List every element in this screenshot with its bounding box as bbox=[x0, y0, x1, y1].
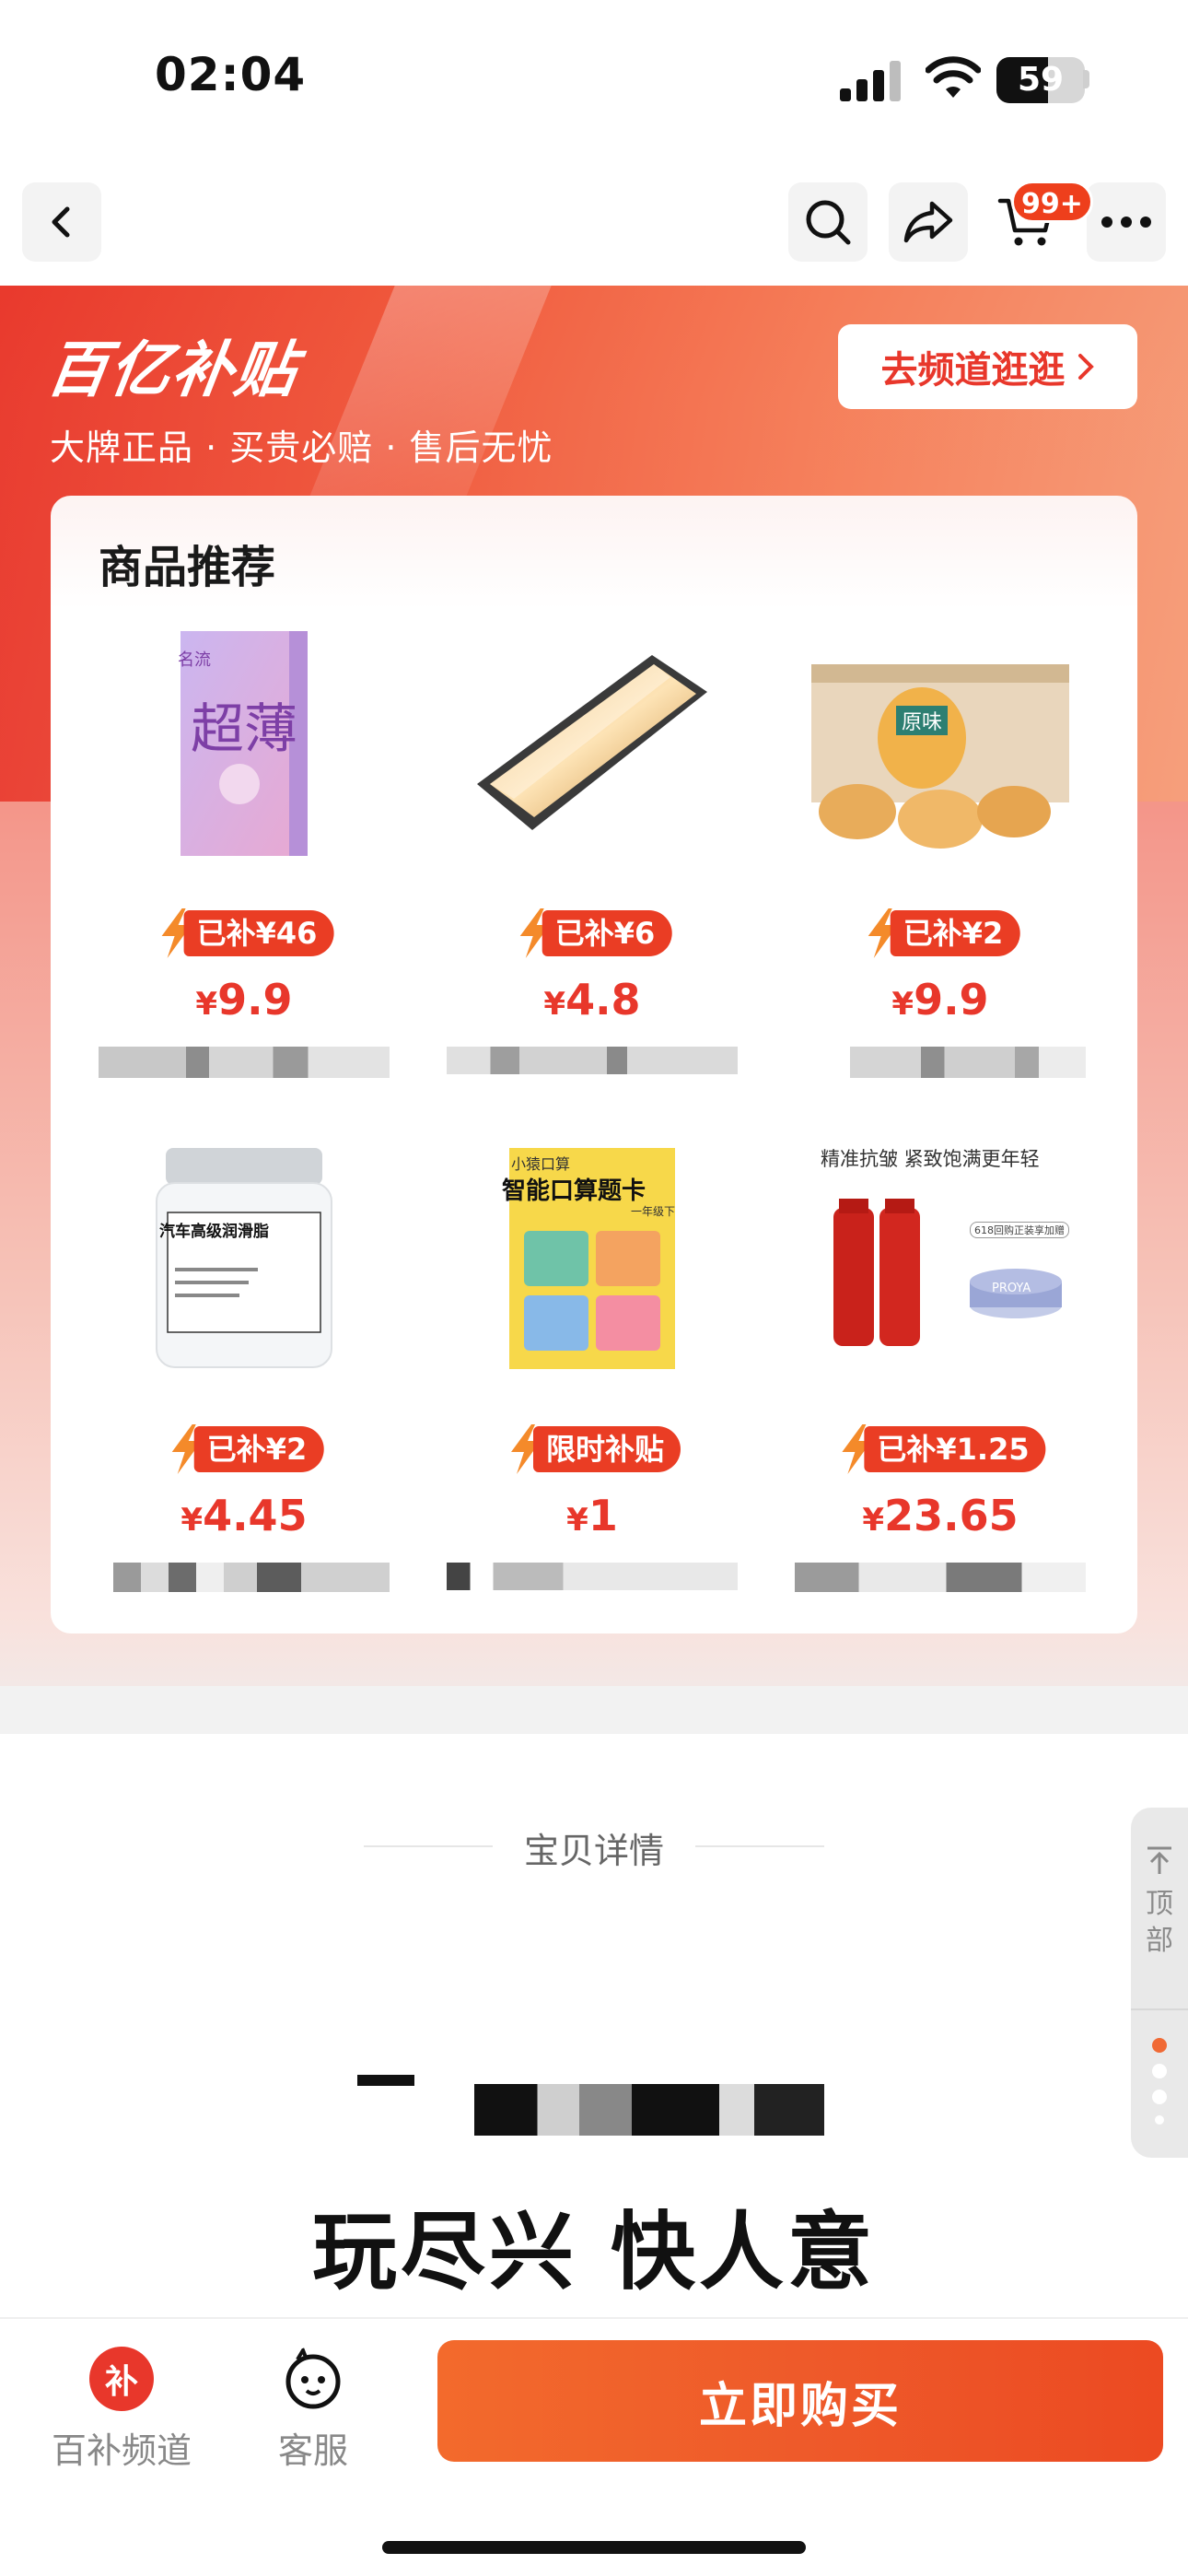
search-icon bbox=[806, 200, 851, 245]
product-price: ¥9.9 bbox=[891, 975, 989, 1025]
customer-service-icon bbox=[285, 2347, 341, 2409]
subsidy-channel-icon: 补 bbox=[89, 2347, 154, 2411]
customer-service-label: 客服 bbox=[277, 2430, 348, 2471]
share-button[interactable] bbox=[889, 182, 968, 262]
chevron-left-icon bbox=[52, 206, 70, 238]
product-image-text: 超薄 bbox=[190, 697, 297, 760]
subsidy-channel-label: 百补频道 bbox=[51, 2430, 192, 2471]
share-icon bbox=[903, 201, 953, 243]
app-screen: 02:04 59 99+ 百亿补贴 大牌正品 · 买贵必赔 · 售后无忧 去频道… bbox=[0, 0, 1188, 2576]
product-image: 超薄 名流 bbox=[99, 614, 390, 872]
product-image: 汽车高级润滑脂 bbox=[99, 1130, 390, 1388]
product-card[interactable]: 原味 已补¥2 ¥9.9 bbox=[795, 614, 1089, 1093]
subsidy-tag-label: 已补¥1.25 bbox=[864, 1426, 1046, 1472]
subsidy-tag-label: 已补¥2 bbox=[890, 910, 1020, 956]
product-image-headline: 精准抗皱 紧致饱满更年轻 bbox=[821, 1148, 1040, 1170]
product-name-redacted bbox=[795, 1563, 1086, 1594]
product-card[interactable]: 超薄 名流 已补¥46 ¥9.9 bbox=[99, 614, 393, 1093]
page-dot[interactable] bbox=[1152, 2090, 1167, 2104]
back-button[interactable] bbox=[22, 182, 101, 262]
battery-icon: 59 bbox=[996, 57, 1085, 103]
product-image-brand: 名流 bbox=[178, 650, 211, 670]
detail-section-title: 宝贝详情 bbox=[523, 1831, 664, 1871]
battery-level: 59 bbox=[1017, 61, 1065, 99]
subsidy-channel-tab[interactable]: 补 百补频道 bbox=[39, 2347, 204, 2473]
more-button[interactable] bbox=[1087, 182, 1166, 262]
cart-count-badge: 99+ bbox=[1011, 181, 1093, 223]
recommend-card: 商品推荐 超薄 名流 已补¥46 ¥9.9 已补¥6 ¥4.8 原味 已补¥2 … bbox=[51, 496, 1137, 1633]
subsidy-tag-label: 已补¥46 bbox=[183, 910, 334, 956]
subsidy-tag-label: 限时补贴 bbox=[532, 1426, 681, 1472]
subsidy-tag-label: 已补¥2 bbox=[193, 1426, 324, 1472]
buy-now-button[interactable]: 立即购买 bbox=[437, 2340, 1163, 2462]
battery-nub bbox=[1083, 70, 1089, 88]
product-image bbox=[447, 614, 738, 872]
top-nav-bar bbox=[0, 157, 1188, 286]
product-name-redacted bbox=[447, 1047, 738, 1078]
subsidy-tag: 限时补贴 bbox=[507, 1424, 681, 1474]
side-scroll-tool[interactable]: 顶 部 bbox=[1131, 1808, 1188, 2158]
subsidy-tag: 已补¥6 bbox=[517, 908, 672, 958]
more-dots-icon bbox=[1101, 217, 1151, 228]
product-image-label: 原味 bbox=[896, 706, 949, 735]
product-price: ¥4.45 bbox=[181, 1491, 308, 1540]
subsidy-tag: 已补¥46 bbox=[158, 908, 334, 958]
subsidy-tag: 已补¥2 bbox=[169, 1424, 324, 1474]
product-card[interactable]: 已补¥6 ¥4.8 bbox=[447, 614, 741, 1093]
status-bar: 02:04 59 bbox=[0, 0, 1188, 157]
recommend-title: 商品推荐 bbox=[99, 542, 276, 593]
product-image-sub: 一年级下 bbox=[631, 1205, 676, 1218]
product-name-redacted bbox=[99, 1047, 390, 1078]
back-to-top-label-1: 顶 bbox=[1146, 1888, 1173, 1920]
banner-subtitle: 大牌正品 · 买贵必赔 · 售后无忧 bbox=[50, 427, 553, 468]
product-price: ¥23.65 bbox=[862, 1491, 1019, 1540]
product-name-redacted bbox=[99, 1563, 390, 1594]
wifi-icon bbox=[926, 56, 981, 98]
product-price: ¥9.9 bbox=[195, 975, 293, 1025]
product-image-brand: PROYA bbox=[992, 1282, 1031, 1295]
subsidy-tag-label: 已补¥6 bbox=[542, 910, 672, 956]
back-to-top-button[interactable]: 顶 部 bbox=[1131, 1844, 1188, 1960]
go-channel-button[interactable]: 去频道逛逛 bbox=[838, 324, 1137, 409]
product-image-title: 智能口算题卡 bbox=[502, 1177, 646, 1205]
page-dot[interactable] bbox=[1155, 2115, 1164, 2125]
subsidy-tag: 已补¥1.25 bbox=[838, 1424, 1046, 1474]
product-image: 原味 bbox=[795, 614, 1086, 872]
back-to-top-label-2: 部 bbox=[1146, 1925, 1173, 1957]
chevron-right-icon bbox=[1077, 354, 1094, 380]
bottom-action-bar: 补 百补频道 客服 立即购买 bbox=[0, 2317, 1188, 2576]
product-card[interactable]: 精准抗皱 紧致饱满更年轻 618回购正装享加赠 PROYA 已补¥1.25 ¥2… bbox=[795, 1130, 1089, 1609]
side-tool-divider bbox=[1131, 2008, 1188, 2010]
product-image-brand: 小猿口算 bbox=[511, 1155, 571, 1173]
product-price: ¥4.8 bbox=[543, 975, 641, 1025]
page-dot[interactable] bbox=[1152, 2064, 1167, 2078]
product-name-redacted bbox=[795, 1047, 1086, 1078]
product-image: 小猿口算 智能口算题卡 一年级下 bbox=[447, 1130, 738, 1388]
customer-service-tab[interactable]: 客服 bbox=[230, 2347, 396, 2473]
product-card[interactable]: 小猿口算 智能口算题卡 一年级下 限时补贴 ¥1 bbox=[447, 1130, 741, 1609]
cellular-signal-icon bbox=[840, 59, 906, 101]
home-indicator bbox=[382, 2541, 806, 2554]
arrow-up-icon bbox=[1147, 1846, 1171, 1874]
product-price: ¥1 bbox=[566, 1491, 618, 1540]
section-divider bbox=[0, 1686, 1188, 1734]
subsidy-logo: 百亿补贴 bbox=[41, 334, 303, 405]
status-time: 02:04 bbox=[155, 48, 307, 101]
product-name-redacted bbox=[447, 1563, 738, 1594]
page-dot-active[interactable] bbox=[1152, 2038, 1167, 2053]
product-image-promo: 618回购正装享加赠 bbox=[970, 1222, 1069, 1238]
product-card[interactable]: 汽车高级润滑脂 已补¥2 ¥4.45 bbox=[99, 1130, 393, 1609]
go-channel-label: 去频道逛逛 bbox=[880, 349, 1066, 392]
detail-title-redacted bbox=[350, 2073, 829, 2137]
product-image: 精准抗皱 紧致饱满更年轻 618回购正装享加赠 PROYA bbox=[795, 1130, 1086, 1388]
subsidy-tag: 已补¥2 bbox=[865, 908, 1020, 958]
product-image-label: 汽车高级润滑脂 bbox=[159, 1223, 269, 1241]
detail-slogan: 玩尽兴 快人意 bbox=[311, 2203, 877, 2301]
search-button[interactable] bbox=[788, 182, 868, 262]
